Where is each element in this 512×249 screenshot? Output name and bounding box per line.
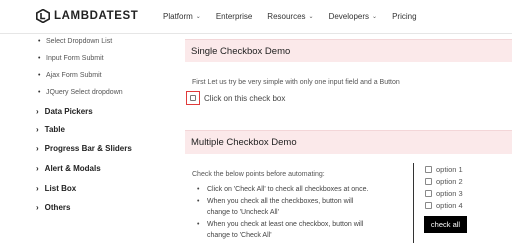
option-4-label[interactable]: option 4 — [436, 201, 463, 210]
nav-platform[interactable]: Platform ⌄ — [163, 12, 201, 21]
chevron-right-icon: › — [36, 107, 39, 116]
bullet-dot: • — [197, 186, 200, 193]
chevron-right-icon: › — [36, 184, 39, 193]
nav-developers[interactable]: Developers ⌄ — [329, 12, 378, 21]
option-1-label[interactable]: option 1 — [436, 165, 463, 174]
chevron-down-icon: ⌄ — [308, 14, 314, 20]
bullet-dot: • — [197, 221, 200, 228]
nav-label: Platform — [163, 12, 193, 21]
nav-label: Enterprise — [215, 12, 253, 21]
sidebar-item-label: Alert & Modals — [44, 164, 101, 173]
option-1-checkbox[interactable] — [425, 166, 432, 173]
sidebar-item-ajax-form[interactable]: Ajax Form Submit — [38, 72, 102, 79]
nav-label: Developers — [328, 12, 370, 21]
vertical-divider — [413, 163, 414, 243]
nav-label: Pricing — [392, 12, 417, 21]
lambdatest-logo-icon — [36, 9, 50, 23]
top-navbar: LAMBDATEST Platform ⌄ Enterprise Resourc… — [0, 0, 512, 34]
nav-pricing[interactable]: Pricing — [392, 12, 416, 21]
sidebar-item-select-dropdown[interactable]: Select Dropdown List — [38, 38, 112, 45]
single-checkbox-intro: First Let us try be very simple with onl… — [192, 79, 400, 86]
sidebar-item-jquery-select[interactable]: JQuery Select dropdown — [38, 89, 123, 96]
chevron-right-icon: › — [36, 125, 39, 134]
multiple-checkbox-title: Multiple Checkbox Demo — [191, 137, 297, 148]
sidebar-item-label: List Box — [44, 184, 77, 193]
multiple-checkbox-header: Multiple Checkbox Demo — [185, 130, 512, 154]
nav-enterprise[interactable]: Enterprise — [216, 12, 252, 21]
sidebar-item-input-form[interactable]: Input Form Submit — [38, 55, 104, 62]
single-checkbox-label[interactable]: Click on this check box — [204, 94, 285, 103]
sidebar-item-list-box[interactable]: › List Box — [36, 184, 76, 193]
single-checkbox[interactable] — [190, 95, 196, 101]
bullet-dot: • — [197, 198, 200, 205]
sidebar-item-label: Table — [44, 125, 65, 134]
nav-resources[interactable]: Resources ⌄ — [267, 12, 313, 21]
nav-label: Resources — [267, 12, 306, 21]
chevron-down-icon: ⌄ — [195, 14, 201, 20]
single-checkbox-header: Single Checkbox Demo — [185, 39, 512, 62]
option-4-checkbox[interactable] — [425, 202, 432, 209]
option-2-checkbox[interactable] — [425, 178, 432, 185]
sidebar-item-data-pickers[interactable]: › Data Pickers — [36, 107, 93, 116]
check-all-button[interactable]: check all — [424, 216, 467, 233]
sidebar-item-alert-modals[interactable]: › Alert & Modals — [36, 164, 101, 173]
bullet-item-continued: change to 'Check All' — [207, 232, 272, 239]
bullet-item: Click on 'Check All' to check all checkb… — [207, 186, 369, 193]
sidebar-item-others[interactable]: › Others — [36, 203, 70, 212]
single-checkbox-title: Single Checkbox Demo — [191, 46, 291, 57]
main-nav: Platform ⌄ Enterprise Resources ⌄ Develo… — [163, 12, 432, 21]
sidebar-item-label: Data Pickers — [44, 107, 93, 116]
option-3-checkbox[interactable] — [425, 190, 432, 197]
sidebar-item-progress-bar[interactable]: › Progress Bar & Sliders — [36, 144, 132, 153]
option-2-label[interactable]: option 2 — [436, 177, 463, 186]
sidebar-item-label: Others — [44, 203, 71, 212]
bullet-item: When you check at least one checkbox, bu… — [207, 221, 364, 228]
multiple-checkbox-intro: Check the below points before automating… — [192, 171, 325, 178]
option-3-label[interactable]: option 3 — [436, 189, 463, 198]
sidebar-item-table[interactable]: › Table — [36, 125, 65, 134]
logo-text: LAMBDATEST — [54, 10, 139, 22]
single-checkbox-highlight — [186, 91, 200, 105]
chevron-right-icon: › — [36, 203, 39, 212]
sidebar-item-label: Progress Bar & Sliders — [44, 144, 132, 153]
chevron-right-icon: › — [36, 144, 39, 153]
sidebar: Select Dropdown List Input Form Submit A… — [0, 34, 170, 249]
bullet-item: When you check all the checkboxes, butto… — [207, 198, 354, 205]
chevron-down-icon: ⌄ — [372, 14, 378, 20]
lambdatest-logo[interactable]: LAMBDATEST — [36, 9, 138, 23]
chevron-right-icon: › — [36, 164, 39, 173]
bullet-item-continued: change to 'Uncheck All' — [207, 209, 279, 216]
